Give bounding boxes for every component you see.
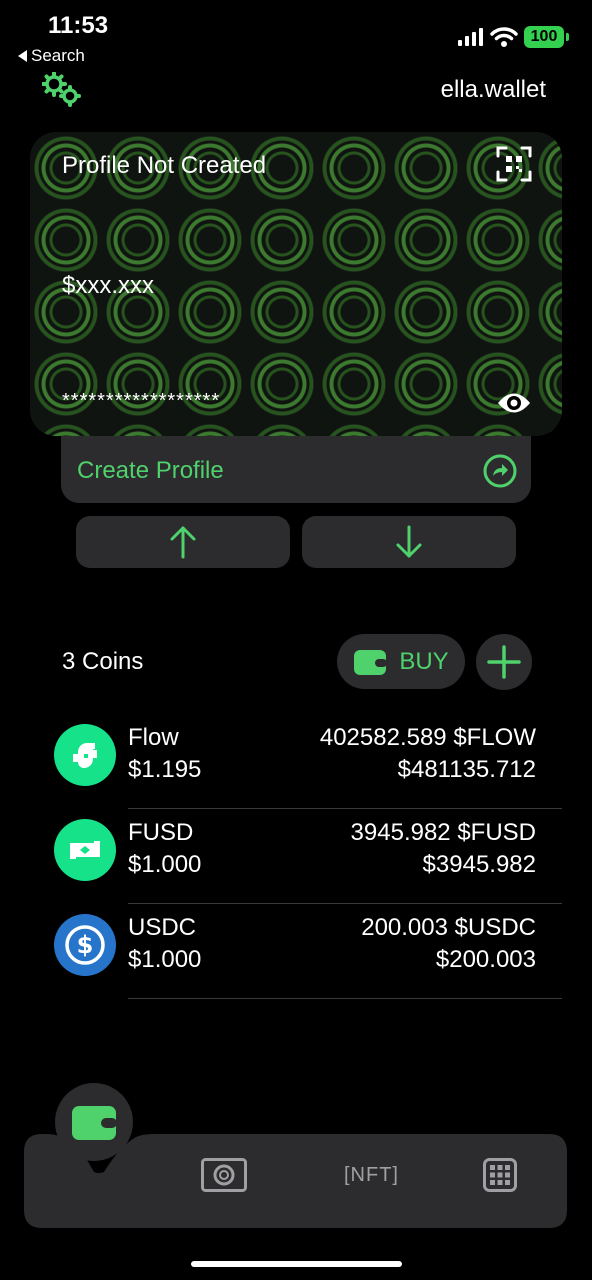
add-coin-button[interactable] xyxy=(476,634,532,690)
row-divider xyxy=(128,808,562,809)
card-balance: $xxx.xxx xyxy=(62,272,155,299)
back-arrow-icon xyxy=(18,50,27,62)
status-time: 11:53 xyxy=(48,12,109,39)
fusd-logo-icon xyxy=(54,819,116,881)
wifi-icon xyxy=(490,27,518,47)
row-divider xyxy=(128,903,562,904)
back-to-search-link[interactable]: Search xyxy=(18,46,85,66)
plus-icon xyxy=(487,645,521,679)
coin-value: $481135.712 xyxy=(397,756,536,783)
coin-amount: 200.003 $USDC xyxy=(361,914,536,941)
svg-text:$: $ xyxy=(77,931,94,959)
back-label: Search xyxy=(31,46,85,65)
coin-name: FUSD xyxy=(128,819,194,846)
eye-icon[interactable] xyxy=(496,390,532,416)
home-indicator xyxy=(191,1261,402,1267)
battery-nub xyxy=(566,33,569,41)
usdc-logo-icon: $ xyxy=(54,914,116,976)
tab-wallet[interactable] xyxy=(55,1083,133,1161)
arrow-down-icon xyxy=(396,525,422,558)
card-masked-address: ****************** xyxy=(62,390,221,412)
row-divider xyxy=(128,998,562,999)
coin-value: $200.003 xyxy=(435,946,536,973)
coin-row-flow[interactable]: Flow $1.195 402582.589 $FLOW $481135.712 xyxy=(54,724,562,819)
card-title: Profile Not Created xyxy=(62,152,267,179)
arrow-up-icon xyxy=(170,526,196,559)
flow-logo-icon xyxy=(54,724,116,786)
coin-price: $1.000 xyxy=(128,851,202,878)
coin-name: USDC xyxy=(128,914,197,941)
create-profile-button[interactable]: Create Profile xyxy=(61,436,531,503)
tab-grid-icon[interactable] xyxy=(483,1158,517,1192)
receive-button[interactable] xyxy=(302,516,516,568)
qr-scan-icon[interactable] xyxy=(496,146,532,182)
coin-amount: 402582.589 $FLOW xyxy=(319,724,536,751)
buy-label: BUY xyxy=(399,647,449,675)
coin-price: $1.000 xyxy=(128,946,202,973)
wallet-icon xyxy=(354,649,388,675)
coin-amount: 3945.982 $FUSD xyxy=(350,819,536,846)
send-button[interactable] xyxy=(76,516,290,568)
buy-button[interactable]: BUY xyxy=(337,634,465,689)
coin-row-fusd[interactable]: FUSD $1.000 3945.982 $FUSD $3945.982 xyxy=(54,819,562,914)
tab-camera-icon[interactable] xyxy=(201,1158,247,1192)
coin-name: Flow xyxy=(128,724,179,751)
battery-indicator: 100 xyxy=(524,26,564,48)
settings-gear-icon[interactable] xyxy=(42,72,82,108)
wallet-icon xyxy=(72,1106,117,1140)
wallet-name: ella.wallet xyxy=(440,76,546,103)
tab-nft[interactable]: [NFT] xyxy=(344,1164,399,1187)
wallet-card: Profile Not Created $xxx.xxx ***********… xyxy=(30,132,562,436)
coin-value: $3945.982 xyxy=(422,851,536,878)
share-arrow-icon xyxy=(483,454,517,488)
coin-row-usdc[interactable]: $ USDC $1.000 200.003 $USDC $200.003 xyxy=(54,914,562,1009)
cellular-signal-icon xyxy=(458,28,483,46)
create-profile-label: Create Profile xyxy=(77,457,224,484)
coins-count: 3 Coins xyxy=(62,648,144,675)
coin-price: $1.195 xyxy=(128,756,202,783)
